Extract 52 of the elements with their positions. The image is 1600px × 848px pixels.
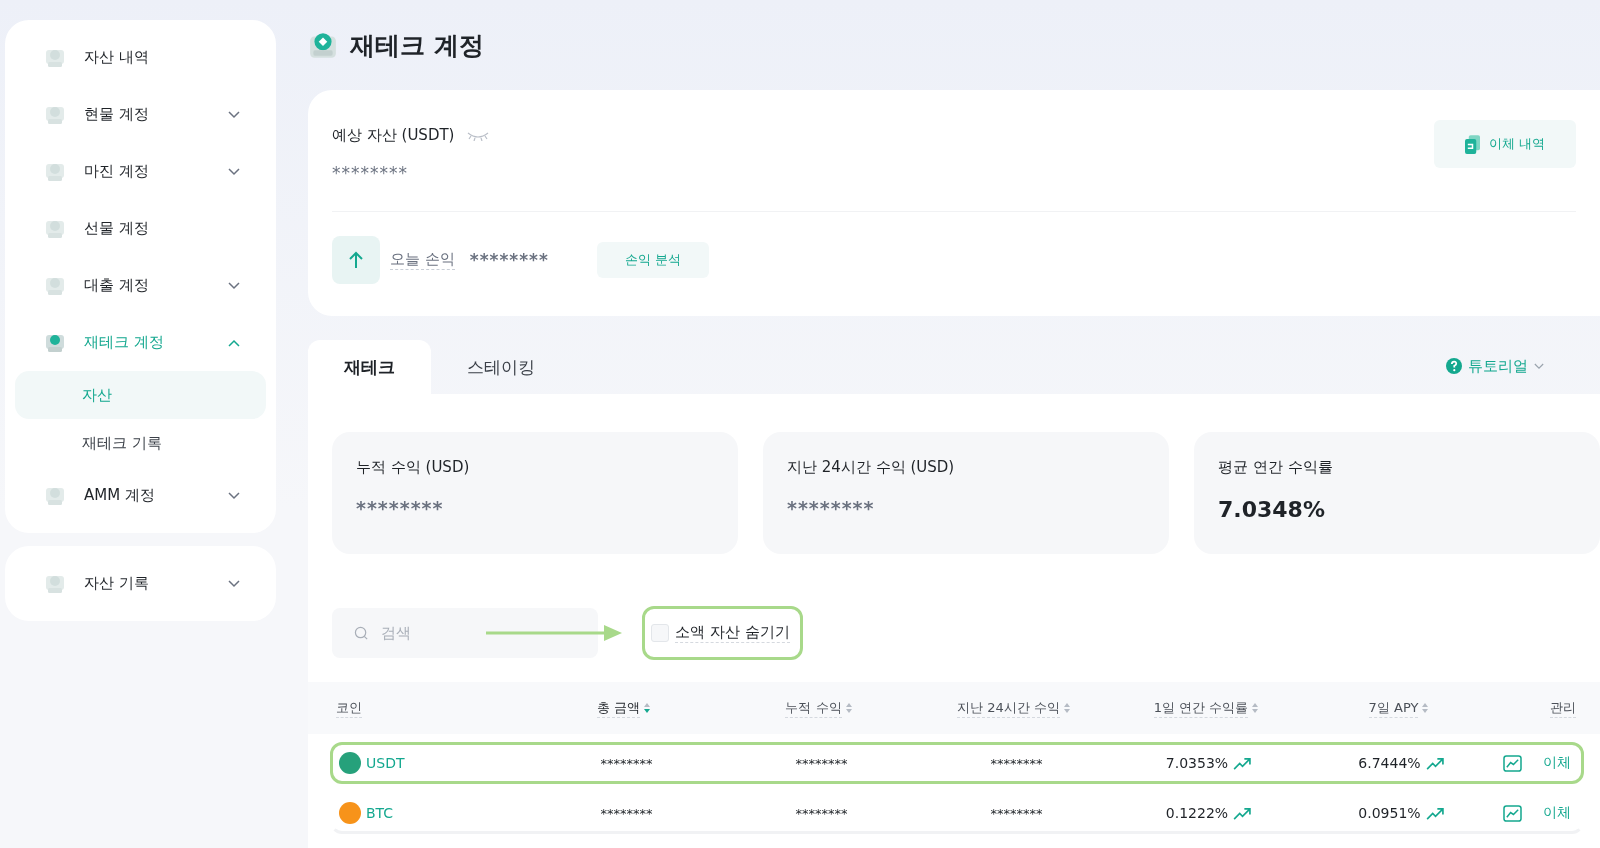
table-cell: ********: [600, 755, 653, 771]
trend-up-icon[interactable]: [1425, 756, 1445, 770]
stat-value: ********: [356, 497, 445, 519]
sidebar-subitem[interactable]: 재테크 기록: [15, 419, 266, 467]
chart-icon[interactable]: [1503, 804, 1522, 822]
sidebar-item[interactable]: 자산 내역: [15, 29, 266, 86]
column-header[interactable]: 지난 24시간 수익: [916, 698, 1111, 718]
balance-value: ********: [332, 163, 409, 183]
hidden-eye-icon[interactable]: [466, 130, 491, 141]
help-icon: [1446, 358, 1462, 374]
tab[interactable]: 스테이킹: [431, 340, 571, 394]
page-title: 재테크 계정: [350, 29, 484, 62]
sidebar-item[interactable]: 마진 계정: [15, 143, 266, 200]
caret-icon: [1534, 362, 1544, 370]
sidebar-item[interactable]: 선물 계정: [15, 200, 266, 257]
document-icon: [1464, 134, 1480, 154]
table-cell: ********: [795, 755, 848, 771]
table-cell: 0.0951%: [1358, 805, 1421, 821]
table-cell: ********: [600, 805, 653, 821]
stat-label: 누적 수익 (USD): [356, 458, 471, 477]
sidebar-item[interactable]: 현물 계정: [15, 86, 266, 143]
stat-label: 평균 연간 수익률: [1218, 458, 1334, 477]
stat-value: ********: [787, 497, 876, 519]
sidebar-item[interactable]: 대출 계정: [15, 257, 266, 314]
column-header[interactable]: 7일 APY: [1301, 698, 1496, 718]
table-cell: 6.7444%: [1358, 755, 1421, 771]
today-pnl-label: 오늘 손익: [390, 250, 455, 270]
tab[interactable]: 재테크: [308, 340, 431, 394]
search-field[interactable]: 검색: [332, 608, 598, 658]
table-cell: ********: [795, 805, 848, 821]
chart-icon[interactable]: [1503, 754, 1522, 772]
balance-label: 예상 자산 (USDT): [332, 126, 455, 145]
column-header[interactable]: 누적 수익: [721, 698, 916, 718]
sidebar-item[interactable]: 자산 기록: [15, 555, 266, 612]
column-header[interactable]: 총 금액: [526, 698, 721, 718]
trend-up-icon[interactable]: [1233, 756, 1253, 770]
stat-value: 7.0348%: [1218, 497, 1326, 522]
today-pnl-value: ********: [469, 250, 549, 270]
column-header[interactable]: 1일 연간 수익률: [1111, 698, 1301, 718]
column-header[interactable]: 관리: [1496, 698, 1576, 718]
table-cell: ********: [990, 755, 1043, 771]
trend-up-icon[interactable]: [1425, 806, 1445, 820]
wallet-icon: [308, 30, 338, 60]
table-cell: 0.1222%: [1165, 805, 1229, 821]
trend-up-icon[interactable]: [1233, 806, 1253, 820]
stat-label: 지난 24시간 수익 (USD): [787, 458, 956, 477]
table-cell: ********: [990, 805, 1043, 821]
profit-up-icon: [332, 236, 380, 284]
table-cell: 7.0353%: [1165, 755, 1229, 771]
hide-small-assets-checkbox[interactable]: 소액 자산 숨기기: [642, 606, 803, 660]
column-header[interactable]: 코인: [336, 698, 526, 718]
sidebar-item[interactable]: AMM 계정: [15, 467, 266, 524]
